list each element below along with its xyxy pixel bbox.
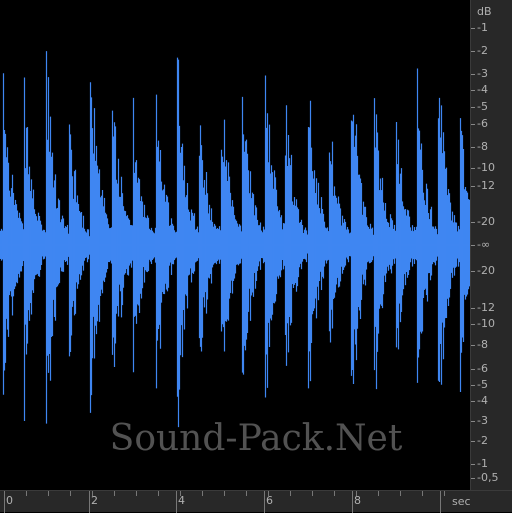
- time-minor-tick: [290, 491, 291, 496]
- db-tick: [471, 186, 475, 187]
- db-label: -20: [477, 215, 495, 228]
- db-tick: [471, 28, 475, 29]
- db-tick: [471, 385, 475, 386]
- db-tick: [471, 107, 475, 108]
- db-tick: [471, 421, 475, 422]
- db-label: -0,5: [477, 471, 499, 484]
- waveform-display[interactable]: [0, 0, 470, 490]
- time-label: 8: [354, 494, 361, 507]
- db-tick: [471, 308, 475, 309]
- db-tick: [471, 464, 475, 465]
- time-label: 6: [266, 494, 273, 507]
- db-label: -12: [477, 301, 495, 314]
- time-unit-label: sec: [452, 495, 471, 508]
- db-tick: [471, 478, 475, 479]
- db-label-center: -∞: [477, 238, 491, 251]
- time-minor-tick: [158, 491, 159, 496]
- db-tick: [471, 168, 475, 169]
- time-minor-tick: [400, 491, 401, 496]
- time-minor-tick: [378, 491, 379, 496]
- time-minor-tick: [136, 491, 137, 496]
- time-major-tick: [264, 491, 265, 513]
- db-tick: [471, 401, 475, 402]
- time-minor-tick: [92, 491, 93, 496]
- db-label: -12: [477, 179, 495, 192]
- time-major-tick: [352, 491, 353, 513]
- db-unit-label: dB: [477, 5, 492, 18]
- db-tick: [471, 147, 475, 148]
- time-minor-tick: [224, 491, 225, 496]
- db-tick: [471, 51, 475, 52]
- db-label: -2: [477, 44, 488, 57]
- time-major-tick: [89, 491, 90, 513]
- time-minor-tick: [26, 491, 27, 496]
- db-label: -6: [477, 117, 488, 130]
- db-label: -3: [477, 67, 488, 80]
- db-label: -8: [477, 338, 488, 351]
- time-minor-tick: [422, 491, 423, 496]
- time-minor-tick: [180, 491, 181, 496]
- db-tick: [471, 124, 475, 125]
- db-tick: [471, 271, 475, 272]
- time-major-tick: [4, 491, 5, 513]
- time-label: 2: [91, 494, 98, 507]
- db-label: -10: [477, 161, 495, 174]
- time-label: 4: [178, 494, 185, 507]
- waveform-editor: Sound-Pack.Net dB -1 -2 -3 -4 -5 -6 -8 -10 -12 -2…: [0, 0, 512, 513]
- time-minor-tick: [444, 491, 445, 496]
- time-minor-tick: [70, 491, 71, 496]
- db-tick: [471, 222, 475, 223]
- time-minor-tick: [48, 491, 49, 496]
- db-label: -10: [477, 317, 495, 330]
- db-ruler: dB -1 -2 -3 -4 -5 -6 -8 -10 -12 -20 -∞ -20 -12 -10 -8 -…: [470, 0, 512, 490]
- time-minor-tick: [202, 491, 203, 496]
- waveform-graph[interactable]: [0, 0, 470, 490]
- db-tick: [471, 245, 475, 246]
- time-major-tick: [176, 491, 177, 513]
- db-label: -1: [477, 21, 488, 34]
- db-label: -8: [477, 140, 488, 153]
- db-label: -4: [477, 83, 488, 96]
- time-minor-tick: [114, 491, 115, 496]
- time-minor-tick: [356, 491, 357, 496]
- time-minor-tick: [246, 491, 247, 496]
- db-tick: [471, 369, 475, 370]
- time-end-tick: [440, 491, 441, 513]
- db-label: -20: [477, 264, 495, 277]
- db-label: -5: [477, 100, 488, 113]
- db-label: -1: [477, 457, 488, 470]
- db-tick: [471, 90, 475, 91]
- db-tick: [471, 74, 475, 75]
- db-tick: [471, 441, 475, 442]
- db-label: -6: [477, 362, 488, 375]
- db-tick: [471, 324, 475, 325]
- time-minor-tick: [334, 491, 335, 496]
- db-label: -4: [477, 394, 488, 407]
- time-ruler[interactable]: sec 0 2 4 6 8: [0, 490, 512, 513]
- db-label: -5: [477, 378, 488, 391]
- time-label: 0: [6, 494, 13, 507]
- db-label: -2: [477, 434, 488, 447]
- db-tick: [471, 345, 475, 346]
- db-label: -3: [477, 414, 488, 427]
- time-minor-tick: [268, 491, 269, 496]
- waveform-envelope: [0, 51, 470, 428]
- time-minor-tick: [312, 491, 313, 496]
